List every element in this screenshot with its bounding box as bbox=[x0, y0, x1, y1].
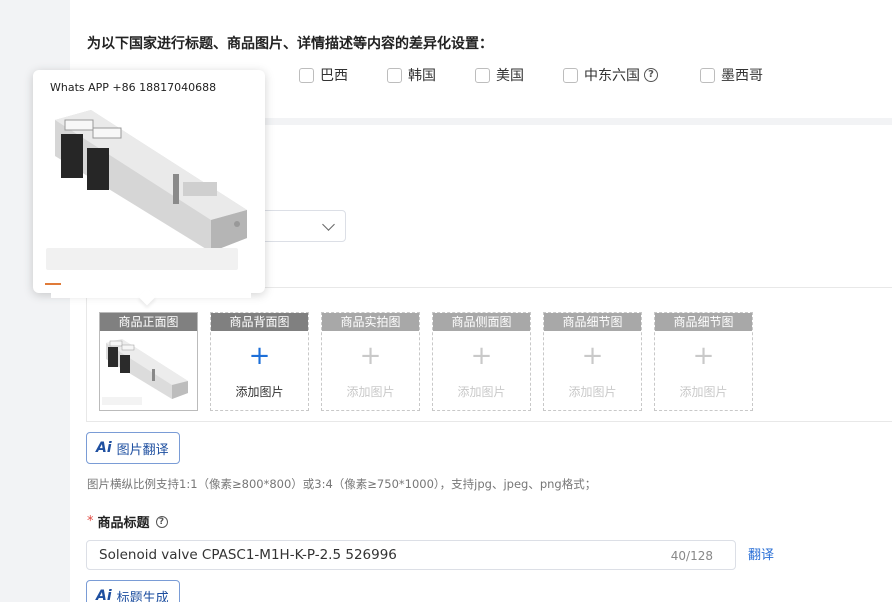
country-option-brazil[interactable]: 巴西 bbox=[299, 66, 348, 84]
label-text: 商品标题 bbox=[97, 516, 150, 531]
country-label: 韩国 bbox=[408, 68, 436, 84]
image-slot-back[interactable]: 商品背面图 + 添加图片 bbox=[210, 312, 309, 411]
checkbox[interactable] bbox=[299, 67, 314, 83]
country-label: 美国 bbox=[496, 68, 524, 84]
ai-icon: Ai bbox=[96, 440, 112, 456]
checkbox[interactable] bbox=[387, 67, 402, 83]
slot-label: 商品侧面图 bbox=[433, 313, 530, 331]
image-preview-popover: Whats APP +86 18817040688 bbox=[33, 70, 265, 306]
image-slot-real-shot[interactable]: 商品实拍图 + 添加图片 bbox=[321, 312, 420, 411]
slot-label: 商品实拍图 bbox=[322, 313, 419, 331]
slot-label: 商品细节图 bbox=[655, 313, 752, 331]
plus-icon: + bbox=[581, 341, 604, 371]
add-image-text: 添加图片 bbox=[568, 385, 617, 399]
add-image-text: 添加图片 bbox=[457, 385, 506, 399]
slot-label: 商品背面图 bbox=[211, 313, 308, 331]
ai-icon: Ai bbox=[96, 588, 112, 602]
char-counter: 40/128 bbox=[670, 549, 713, 563]
image-slot-detail-2[interactable]: 商品细节图 + 添加图片 bbox=[654, 312, 753, 411]
blurred-text-area bbox=[46, 248, 238, 270]
product-title-input[interactable]: Solenoid valve CPASC1-M1H-K-P-2.5 526996… bbox=[86, 540, 736, 570]
country-label: 墨西哥 bbox=[721, 68, 763, 84]
image-translate-button[interactable]: Ai 图片翻译 bbox=[86, 432, 180, 464]
product-title-label: * 商品标题 ? bbox=[87, 512, 168, 531]
country-label: 中东六国 bbox=[584, 68, 640, 84]
country-option-mexico[interactable]: 墨西哥 bbox=[700, 66, 763, 84]
button-label: 图片翻译 bbox=[116, 442, 169, 458]
input-value: Solenoid valve CPASC1-M1H-K-P-2.5 526996 bbox=[99, 547, 397, 563]
button-label: 标题生成 bbox=[116, 590, 169, 602]
translate-link[interactable]: 翻译 bbox=[748, 544, 774, 563]
add-image-text: 添加图片 bbox=[346, 385, 395, 399]
image-slot-front[interactable]: 商品正面图 bbox=[99, 312, 198, 411]
chevron-down-icon bbox=[322, 218, 335, 231]
title-generate-button[interactable]: Ai 标题生成 bbox=[86, 580, 180, 602]
preview-caption: Whats APP +86 18817040688 bbox=[50, 81, 257, 94]
checkbox[interactable] bbox=[700, 67, 715, 83]
country-option-korea[interactable]: 韩国 bbox=[387, 66, 436, 84]
plus-icon: + bbox=[359, 341, 382, 371]
country-option-middle-east[interactable]: 中东六国 ? bbox=[563, 66, 658, 84]
image-format-hint: 图片横纵比例支持1:1（像素≥800*800）或3:4（像素≥750*1000）… bbox=[87, 477, 597, 491]
add-image-text: 添加图片 bbox=[679, 385, 728, 399]
country-option-usa[interactable]: 美国 bbox=[475, 66, 524, 84]
question-circle-icon[interactable]: ? bbox=[644, 68, 658, 82]
section-title: 为以下国家进行标题、商品图片、详情描述等内容的差异化设置： bbox=[87, 36, 493, 52]
checkbox[interactable] bbox=[563, 67, 578, 83]
plus-icon: + bbox=[470, 341, 493, 371]
image-slot-side[interactable]: 商品侧面图 + 添加图片 bbox=[432, 312, 531, 411]
accent-mark bbox=[45, 283, 61, 285]
image-slot-detail-1[interactable]: 商品细节图 + 添加图片 bbox=[543, 312, 642, 411]
checkbox[interactable] bbox=[475, 67, 490, 83]
add-image-text: 添加图片 bbox=[235, 385, 284, 399]
country-label: 巴西 bbox=[320, 68, 348, 84]
plus-icon: + bbox=[692, 341, 715, 371]
slot-label: 商品细节图 bbox=[544, 313, 641, 331]
question-circle-icon[interactable]: ? bbox=[155, 515, 168, 528]
required-mark: * bbox=[87, 514, 94, 529]
plus-icon: + bbox=[248, 341, 271, 371]
slot-label: 商品正面图 bbox=[100, 313, 197, 331]
product-thumbnail bbox=[102, 333, 196, 408]
